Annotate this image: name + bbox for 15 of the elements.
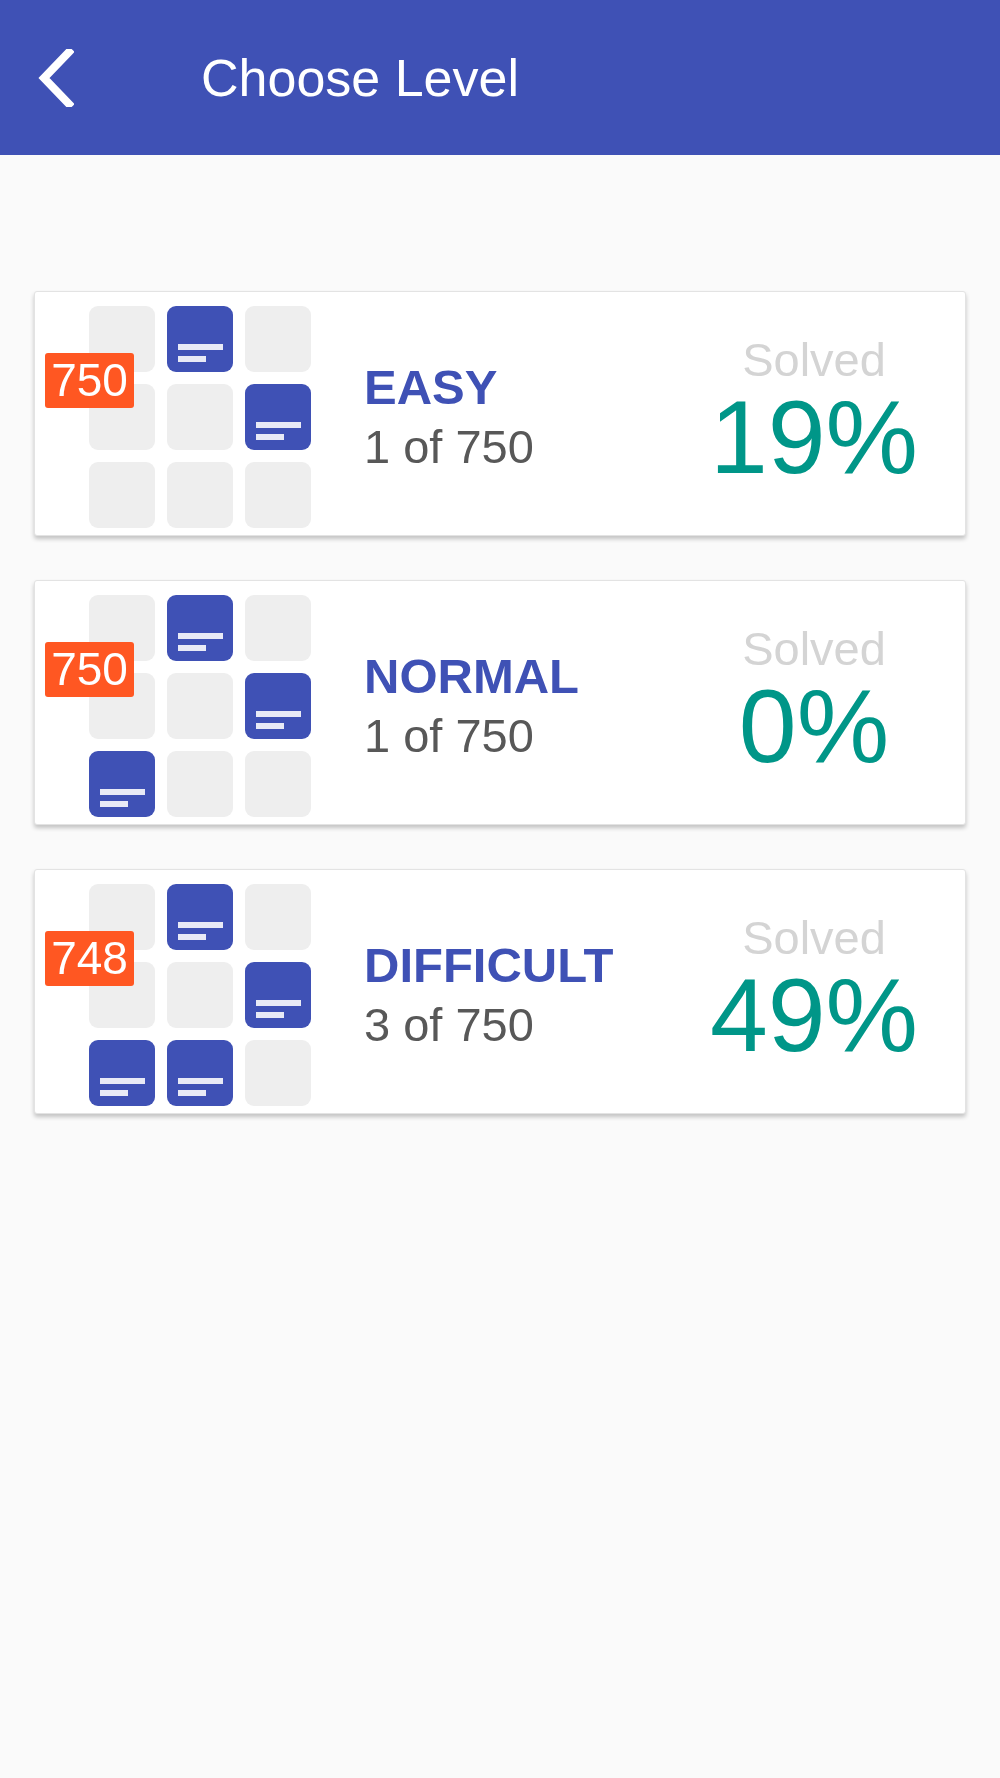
puzzle-position: 1 of 750 bbox=[364, 708, 535, 764]
count-badge: 750 bbox=[45, 353, 134, 408]
screen-title: Choose Level bbox=[201, 47, 519, 108]
count-badge: 750 bbox=[45, 642, 134, 697]
back-icon bbox=[38, 48, 74, 107]
puzzle-position: 1 of 750 bbox=[364, 419, 534, 475]
solved-percent: 19% bbox=[709, 387, 919, 487]
level-name: DIFFICULT bbox=[364, 937, 614, 994]
back-button[interactable] bbox=[38, 48, 74, 107]
solved-percent: 49% bbox=[709, 965, 919, 1065]
level-name: EASY bbox=[364, 359, 499, 416]
puzzle-position: 3 of 750 bbox=[364, 997, 535, 1053]
level-name: NORMAL bbox=[364, 648, 580, 705]
solved-percent: 0% bbox=[738, 676, 890, 776]
count-badge: 748 bbox=[45, 931, 134, 986]
